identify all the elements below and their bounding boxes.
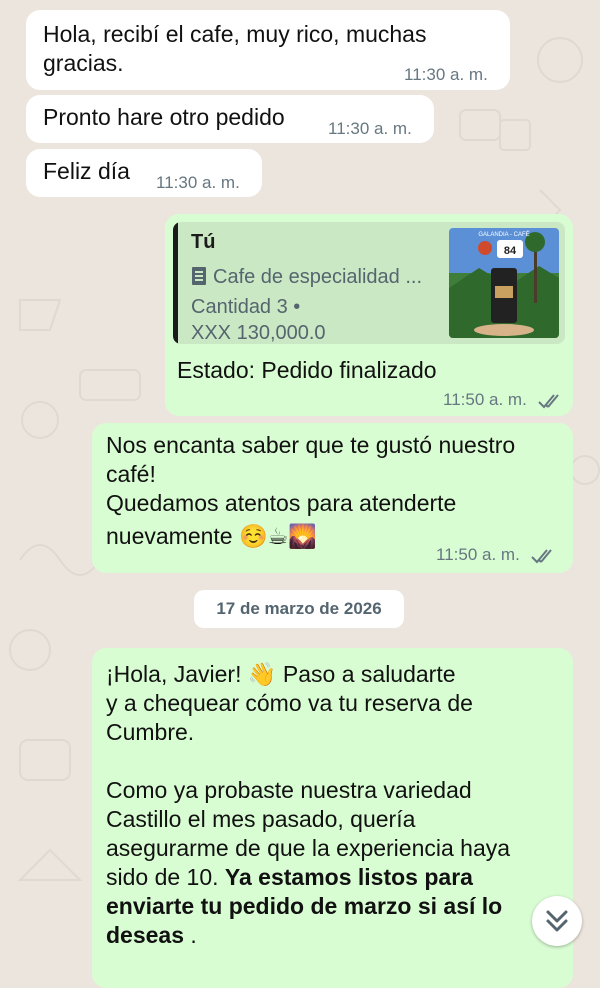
message-time: 11:50 a. m. <box>443 390 527 409</box>
thumb-score: 84 <box>504 245 517 257</box>
message-time-wrap: 11:50 a. m. <box>436 545 557 565</box>
incoming-message[interactable]: Feliz día 11:30 a. m. <box>26 149 262 197</box>
smiling-emoji: ☺️ <box>238 523 268 549</box>
greeting-text: ¡Hola, Javier! <box>106 661 242 687</box>
message-text-line: café! <box>106 461 156 487</box>
message-text-line: Nos encanta saber que te gustó nuestro <box>106 432 516 458</box>
message-text-line: enviarte tu pedido de marzo si así lo <box>106 892 510 921</box>
message-text-line: sido de 10. Ya estamos listos para <box>106 863 510 892</box>
message-text-line: Hola, recibí el cafe, muy rico, muchas <box>43 21 427 47</box>
quote-price: XXX 130,000.0 <box>191 322 326 344</box>
coffee-emoji: ☕ <box>267 523 289 549</box>
scroll-to-bottom-button[interactable] <box>532 896 582 946</box>
message-text-line: deseas . <box>106 921 510 950</box>
bold-text: deseas <box>106 922 185 948</box>
double-check-icon <box>537 393 559 408</box>
sunrise-emoji: 🌄 <box>288 523 317 549</box>
message-time: 11:30 a. m. <box>328 119 412 138</box>
message-time: 11:30 a. m. <box>404 65 488 84</box>
order-status: Estado: Pedido finalizado <box>177 357 437 383</box>
message-text-line: y a chequear cómo va tu reserva de <box>106 690 473 716</box>
document-icon <box>192 267 206 285</box>
thumb-title: GALANDIA - CAFÉ <box>478 231 529 238</box>
message-text-line: nuevamente <box>106 523 233 549</box>
message-text-line: Castillo el mes pasado, quería <box>106 806 416 832</box>
message-time-wrap: 11:50 a. m. <box>443 390 564 410</box>
product-thumbnail[interactable]: 84 GALANDIA - CAFÉ <box>449 228 559 338</box>
quote-product: Cafe de especialidad ... <box>213 266 423 288</box>
outgoing-order-message[interactable]: Tú Cafe de especialidad ... Cantidad 3 •… <box>165 214 573 416</box>
greeting-text-rest: Paso a saludarte <box>282 661 456 687</box>
quote-product-line: Cafe de especialidad ... <box>191 266 422 289</box>
plain-text: sido de 10. <box>106 864 219 890</box>
outgoing-message[interactable]: Nos encanta saber que te gustó nuestro c… <box>92 423 573 573</box>
incoming-message[interactable]: Pronto hare otro pedido 11:30 a. m. <box>26 95 434 143</box>
double-check-icon <box>530 548 552 563</box>
quote-accent-bar <box>173 222 178 344</box>
incoming-message[interactable]: Hola, recibí el cafe, muy rico, muchas g… <box>26 10 510 90</box>
date-separator: 17 de marzo de 2026 <box>194 590 404 628</box>
quote-author: Tú <box>191 231 216 253</box>
bold-text: enviarte tu pedido de marzo si así lo <box>106 893 503 919</box>
message-text-line: asegurarme de que la experiencia haya <box>106 835 511 861</box>
message-time: 11:30 a. m. <box>156 173 240 192</box>
quote-quantity: Cantidad 3 • <box>191 296 301 318</box>
quoted-order[interactable]: Tú Cafe de especialidad ... Cantidad 3 •… <box>173 222 565 344</box>
waving-hand-emoji: 👋 <box>247 661 277 687</box>
message-text-line: ¡Hola, Javier! 👋 Paso a saludarte <box>106 660 510 689</box>
product-image: 84 GALANDIA - CAFÉ <box>449 228 559 338</box>
message-text: Pronto hare otro pedido <box>43 104 285 130</box>
message-text-line: Cumbre. <box>106 719 195 745</box>
double-chevron-down-icon <box>546 910 568 932</box>
message-text-line: gracias. <box>43 50 124 76</box>
bold-text: Ya estamos listos para <box>224 864 473 890</box>
message-text-line: Como ya probaste nuestra variedad <box>106 777 472 803</box>
outgoing-message[interactable]: ¡Hola, Javier! 👋 Paso a saludarte y a ch… <box>92 648 573 988</box>
message-text-line: Quedamos atentos para atenderte <box>106 490 457 516</box>
plain-text: . <box>190 922 197 948</box>
message-text: Feliz día <box>43 158 130 184</box>
message-time: 11:50 a. m. <box>436 545 520 564</box>
